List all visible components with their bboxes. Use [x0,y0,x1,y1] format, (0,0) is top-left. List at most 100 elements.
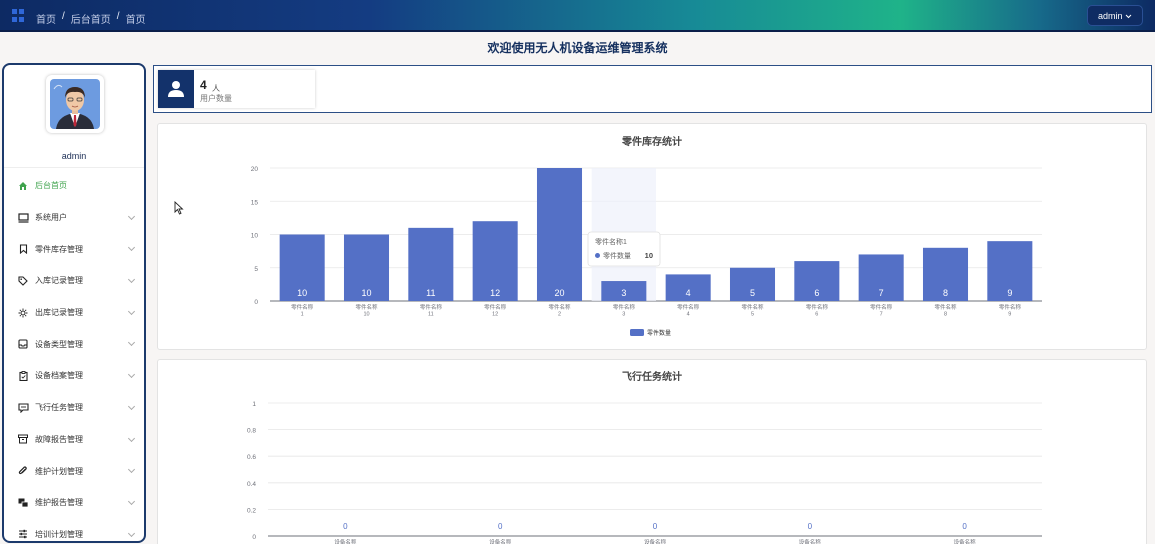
sidebar-item-home[interactable]: 后台首页 [4,170,144,202]
chevron-down-icon [127,276,136,284]
chevron-down-icon [127,307,136,315]
mouse-cursor-icon [174,201,184,215]
tooltip-series-name: 零件数量 [603,251,631,260]
x-tick-label: 零件名称 [420,303,443,311]
sidebar-item-parts-inventory[interactable]: 零件库存管理 [4,233,144,265]
sun-icon [16,307,30,319]
y-tick-label: 0.2 [247,507,256,514]
x-tick-label: 设备名称 [954,538,977,544]
sidebar-item-maintenance-reports[interactable]: 维护报告管理 [4,487,144,519]
x-tick-label: 11 [428,312,434,318]
bar-data-label: 0 [653,522,658,531]
sidebar-item-label: 后台首页 [35,181,67,191]
admin-dropdown-button[interactable]: admin [1086,5,1143,26]
chevron-down-icon [127,371,136,379]
bar-data-label: 8 [943,288,948,298]
page-title: 欢迎使用无人机设备运维管理系统 [487,41,668,55]
x-tick-label: 零件名称 [870,303,893,311]
bar-data-label: 3 [621,288,626,298]
y-tick-label: 10 [251,233,259,240]
y-tick-label: 0.4 [247,481,256,488]
sidebar-item-device-types[interactable]: 设备类型管理 [4,328,144,360]
bar-data-label: 0 [962,522,967,531]
sidebar-item-label: 零件库存管理 [35,244,83,254]
bar-data-label: 12 [490,288,500,298]
sidebar-item-system-users[interactable]: 系统用户 [4,202,144,234]
sidebar-item-label: 设备类型管理 [35,339,83,349]
y-tick-label: 0.8 [247,428,256,435]
x-tick-label: 零件名称 [806,303,829,311]
bar-data-label: 11 [426,288,435,298]
sidebar-item-training-plans[interactable]: 培训计划管理 [4,519,144,541]
sidebar-item-fault-reports[interactable]: 故障报告管理 [4,424,144,456]
flight-task-chart-card: 飞行任务统计 0 0.2 0.4 0.6 0.8 1 0 设备名称 0 设备名称 0 设备名称 0 设备名称… [157,359,1147,544]
sidebar: admin 后台首页 系统用户 零件库存管理 入库记录管理 出库记录管理 设备类… [2,63,146,543]
y-tick-label: 1 [252,401,256,408]
breadcrumb-item[interactable]: 后台首页 [71,11,111,26]
bar-data-label: 0 [498,522,503,531]
x-tick-label: 零件名称 [934,303,957,311]
user-count-value: 4 [200,78,207,92]
x-tick-label: 7 [880,312,883,318]
bar [536,168,583,301]
breadcrumb-item[interactable]: 首页 [126,11,146,26]
sidebar-item-label: 培训计划管理 [35,529,83,539]
parts-inventory-chart: 零件库存统计0510152010零件名称110零件名称1011零件名称1112零… [251,135,1042,337]
divider [4,167,144,168]
sidebar-item-stock-out[interactable]: 出库记录管理 [4,297,144,329]
clipboard-icon [16,370,30,382]
avatar-image-icon [50,79,100,129]
x-tick-label: 12 [492,312,498,318]
bar-data-label: 0 [808,522,813,531]
avatar[interactable] [46,75,104,133]
tooltip-title: 零件名称1 [595,237,627,246]
bar-data-label: 5 [750,288,755,298]
x-tick-label: 零件名称 [355,303,378,311]
x-tick-label: 设备名称 [334,538,357,544]
x-tick-label: 2 [558,312,561,318]
sidebar-username: admin [61,151,87,161]
sidebar-item-label: 维护计划管理 [35,466,83,476]
chat-icon [16,497,30,509]
sidebar-item-label: 故障报告管理 [35,434,83,444]
tag-icon [16,275,30,287]
bar-data-label: 4 [686,288,691,298]
chevron-down-icon [1125,14,1132,19]
bar-data-label: 10 [361,288,371,298]
chevron-down-icon [127,529,136,537]
user-count-card[interactable]: 4 人 用户数量 [158,70,315,108]
x-tick-label: 4 [687,312,690,318]
chevron-down-icon [127,244,136,252]
x-tick-label: 设备名称 [644,538,667,544]
bar-data-label: 20 [554,288,564,298]
menu-grid-icon[interactable] [12,9,25,22]
x-tick-label: 零件名称 [741,303,764,311]
breadcrumb-item[interactable]: 首页 [36,11,56,26]
monitor-icon [16,212,30,224]
tooltip-value: 10 [645,251,653,260]
x-tick-label: 设备名称 [489,538,512,544]
x-tick-label: 10 [363,312,369,318]
x-tick-label: 零件名称 [548,303,571,311]
y-tick-label: 5 [254,266,258,273]
sidebar-item-stock-in[interactable]: 入库记录管理 [4,265,144,297]
chevron-down-icon [127,402,136,410]
sidebar-item-maintenance-plans[interactable]: 维护计划管理 [4,455,144,487]
chevron-down-icon [127,212,136,220]
sidebar-menu: 后台首页 系统用户 零件库存管理 入库记录管理 出库记录管理 设备类型管理 设备… [4,170,144,541]
x-tick-label: 零件名称 [999,303,1022,311]
flight-task-chart: 飞行任务统计 0 0.2 0.4 0.6 0.8 1 0 设备名称 0 设备名称 0 设备名称 0 设备名称… [247,370,1042,544]
x-tick-label: 9 [1008,312,1011,318]
x-tick-label: 零件名称 [484,303,507,311]
breadcrumb: 首页 / 后台首页 / 首页 [36,11,146,26]
sidebar-item-device-archives[interactable]: 设备档案管理 [4,360,144,392]
sidebar-item-flight-tasks[interactable]: 飞行任务管理 [4,392,144,424]
x-tick-label: 零件名称 [677,303,700,311]
sidebar-item-label: 系统用户 [35,213,67,223]
paperclip-icon [16,465,30,477]
sidebar-item-label: 出库记录管理 [35,308,83,318]
admin-button-label: admin [1097,11,1123,21]
bookmark-icon [16,243,30,255]
parts-inventory-chart-card: 零件库存统计 0 5 10 15 20 10 零件名称 1 10 零件名称 10 11 零件名称 11 12 零… [157,123,1147,350]
sliders-icon [16,528,30,540]
